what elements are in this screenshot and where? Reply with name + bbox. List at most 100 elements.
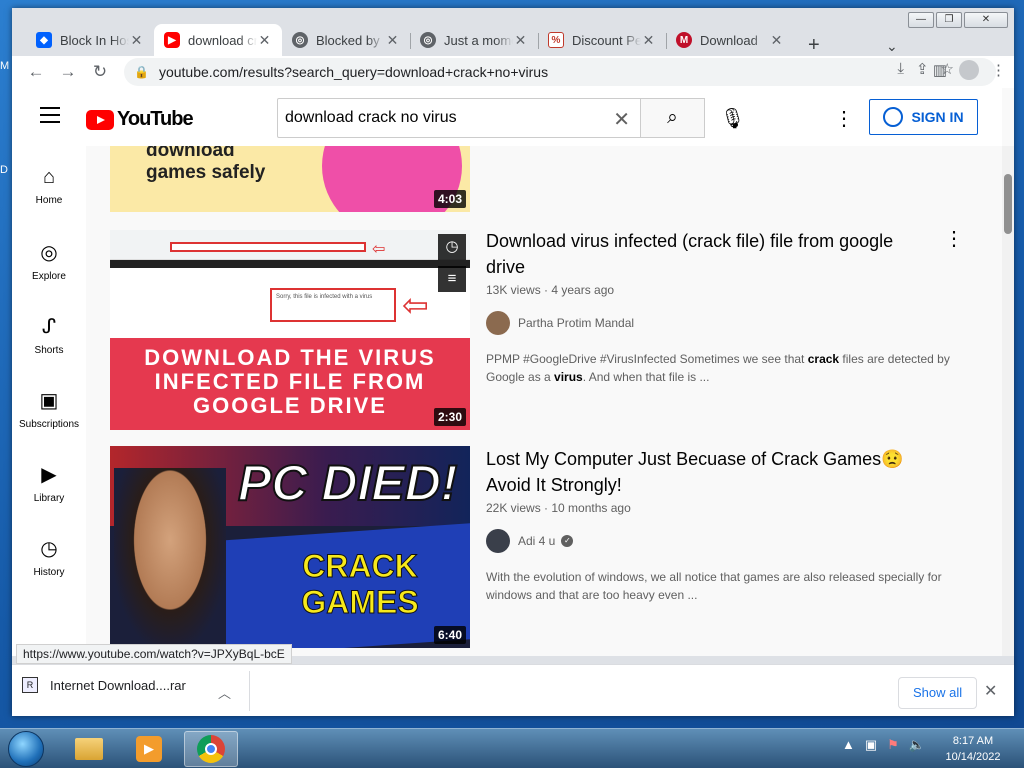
lock-icon[interactable]: 🔒 (134, 65, 149, 79)
add-to-queue-icon[interactable]: ≡ (438, 266, 466, 292)
search-input[interactable]: download crack no virus ✕ (277, 98, 641, 138)
mini-guide: ⌂ Home ◎ Explore ᔑ Shorts ▣ Subscription… (12, 146, 86, 656)
back-arrow-icon[interactable]: ← (20, 62, 52, 82)
description-highlight: crack (807, 352, 840, 366)
desktop-icon-label[interactable]: M (0, 60, 9, 72)
clear-search-icon[interactable]: ✕ (613, 107, 630, 132)
download-item[interactable]: R Internet Download....rar (22, 677, 186, 693)
share-icon[interactable]: ⇪ (916, 60, 929, 78)
scrollbar-thumb[interactable] (1004, 174, 1012, 234)
taskbar-clock[interactable]: 8:17 AM 10/14/2022 (938, 733, 1008, 765)
install-app-icon[interactable]: ⤓ (897, 60, 904, 78)
video-title[interactable]: Lost My Computer Just Becuase of Crack G… (486, 446, 906, 498)
forward-arrow-icon[interactable]: → (52, 62, 84, 82)
tab-just-a-moment[interactable]: ◎ Just a moment ✕ (410, 24, 538, 56)
network-icon[interactable]: ▣ (865, 737, 877, 753)
thumbnail-url-box (170, 242, 366, 252)
duration-badge: 2:30 (433, 408, 466, 426)
tab-youtube[interactable]: ▶ download crack no virus ✕ (154, 24, 282, 56)
address-text: youtube.com/results?search_query=downloa… (158, 64, 549, 80)
thumbnail-nav-strip (110, 260, 470, 268)
compass-icon: ◎ (40, 242, 58, 264)
sign-in-button[interactable]: SIGN IN (869, 99, 978, 135)
chrome-menu-icon[interactable]: ⋮ (991, 61, 1006, 79)
tab-title: Just a moment (444, 32, 513, 48)
status-bubble: https://www.youtube.com/watch?v=JPXyBqL-… (16, 644, 292, 664)
video-thumbnail[interactable]: ⇦ Sorry, this file is infected with a vi… (110, 230, 470, 430)
close-tab-icon[interactable]: ✕ (129, 32, 144, 49)
guide-item-explore[interactable]: ◎ Explore (12, 240, 86, 282)
library-icon: ▶ (41, 464, 57, 486)
tab-title: Block In Host (60, 32, 130, 48)
close-tab-icon[interactable]: ✕ (257, 32, 272, 49)
settings-more-icon[interactable]: ⋮ (834, 106, 854, 131)
action-center-flag-icon[interactable]: ⚑ (887, 737, 899, 753)
new-tab-button[interactable]: + (808, 34, 820, 57)
windows-taskbar: ▶ ▲ ▣ ⚑ 🔈 8:17 AM 10/14/2022 (0, 728, 1024, 768)
start-button[interactable] (8, 731, 44, 767)
channel-avatar[interactable] (486, 529, 510, 553)
video-title[interactable]: Download virus infected (crack file) fil… (486, 228, 906, 280)
action-menu-icon[interactable]: ⋮ (944, 226, 964, 251)
clock-date: 10/14/2022 (945, 751, 1001, 763)
chevron-up-icon[interactable]: ︿ (218, 683, 231, 702)
watch-later-icon[interactable]: ◷ (438, 234, 466, 260)
address-bar[interactable]: 🔒 youtube.com/results?search_query=downl… (124, 58, 996, 86)
youtube-logo[interactable]: YouTube (86, 108, 194, 131)
tab-download[interactable]: M Download ✕ (666, 24, 794, 56)
taskbar-media-player[interactable]: ▶ (122, 731, 176, 767)
guide-item-home[interactable]: ⌂ Home (12, 166, 86, 206)
close-tab-icon[interactable]: ✕ (385, 32, 400, 49)
thumbnail-notice: Sorry, this file is infected with a viru… (270, 288, 396, 322)
guide-item-library[interactable]: ▶ Library (12, 462, 86, 504)
tab-block-in-host[interactable]: ◆ Block In Host ✕ (26, 24, 154, 56)
tab-blocked-by[interactable]: ◎ Blocked by ✕ (282, 24, 410, 56)
guide-menu-icon[interactable] (40, 107, 60, 128)
page-scrollbar[interactable] (1002, 146, 1014, 656)
channel-info[interactable]: Adi 4 u ✓ (486, 529, 574, 553)
channel-avatar[interactable] (486, 311, 510, 335)
side-panel-icon[interactable]: ▥ (933, 61, 947, 79)
guide-item-subscriptions[interactable]: ▣ Subscriptions (12, 388, 86, 430)
voice-search-mic-icon[interactable]: 🎙 (720, 106, 745, 131)
search-button[interactable]: ⌕ (641, 98, 705, 138)
description-highlight: virus (554, 370, 583, 384)
youtube-icon: ▶ (164, 32, 180, 48)
thumbnail-title-text: PC DIED! (237, 454, 458, 512)
history-icon: ◷ (40, 538, 58, 560)
tab-discount[interactable]: % Discount Pe ✕ (538, 24, 666, 56)
home-icon: ⌂ (42, 166, 56, 188)
channel-name[interactable]: Adi 4 u (518, 534, 555, 548)
tab-title: Blocked by (316, 32, 380, 48)
video-thumbnail[interactable]: download games safely 4:03 (110, 146, 470, 212)
youtube-page: YouTube download crack no virus ✕ ⌕ 🎙 ⋮ … (12, 88, 1014, 656)
youtube-header: YouTube download crack no virus ✕ ⌕ 🎙 ⋮ … (12, 88, 1002, 146)
tab-search-chevron-icon[interactable]: ⌄ (886, 38, 898, 55)
taskbar-explorer[interactable] (62, 731, 116, 767)
thumbnail-text: download games safely (146, 146, 266, 183)
taskbar-chrome[interactable] (184, 731, 238, 767)
close-tab-icon[interactable]: ✕ (513, 32, 528, 49)
tray-expand-icon[interactable]: ▲ (842, 737, 855, 753)
close-tab-icon[interactable]: ✕ (641, 32, 656, 49)
thumbnail-arrow-icon: ⇦ (372, 241, 386, 258)
thumbnail-banner-text: DOWNLOAD THE VIRUS INFECTED FILE FROM GO… (110, 338, 470, 430)
close-shelf-icon[interactable]: ✕ (984, 681, 997, 701)
guide-item-shorts[interactable]: ᔑ Shorts (12, 314, 86, 356)
guide-item-history[interactable]: ◷ History (12, 536, 86, 578)
volume-icon[interactable]: 🔈 (909, 737, 925, 753)
reload-icon[interactable]: ↻ (84, 62, 116, 82)
guide-label: History (33, 567, 65, 578)
divider (249, 671, 250, 711)
channel-name[interactable]: Partha Protim Mandal (518, 316, 634, 330)
browser-toolbar: ← → ↻ 🔒 youtube.com/results?search_query… (12, 56, 1014, 88)
channel-info[interactable]: Partha Protim Mandal (486, 311, 634, 335)
profile-avatar-icon[interactable] (959, 60, 979, 80)
desktop-icon-label[interactable]: D (0, 164, 8, 176)
video-thumbnail[interactable]: PC DIED! CRACK GAMES 6:40 (110, 446, 470, 648)
show-all-button[interactable]: Show all (898, 677, 978, 709)
close-tab-icon[interactable]: ✕ (769, 32, 784, 49)
tab-title: download crack no virus (188, 32, 258, 48)
chrome-window: — ❐ ✕ ◆ Block In Host ✕ ▶ download crack… (12, 8, 1014, 716)
tab-title: Download (700, 32, 758, 48)
